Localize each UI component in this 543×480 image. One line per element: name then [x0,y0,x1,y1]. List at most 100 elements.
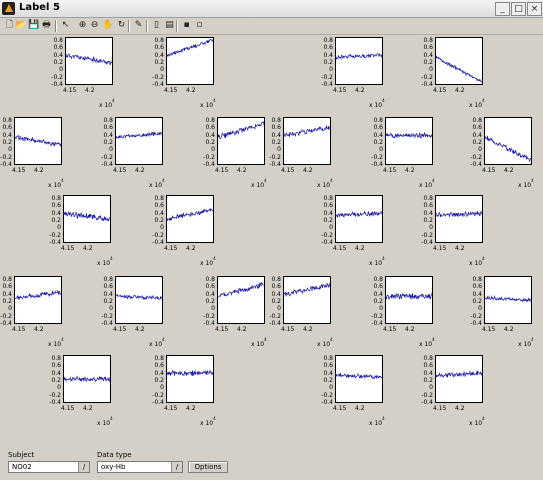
zoom-out-icon[interactable]: ⊖ [89,20,100,31]
y-tick-label: 0.4 [423,369,433,377]
plot-axes[interactable] [63,355,111,403]
plot-axes[interactable] [115,117,163,165]
y-tick-label: -0.2 [421,231,433,239]
plot-axes[interactable] [335,195,383,243]
x-exponent-base: x 10 [200,260,214,267]
minimize-button[interactable]: _ [495,2,510,16]
y-tick-label: 0.2 [154,58,164,66]
plot-axes[interactable] [435,37,483,85]
y-tick-label: 0.4 [423,209,433,217]
colorbar-icon[interactable]: ▯ [151,20,162,31]
x-exponent-label: x 104 [419,337,435,348]
plot-axes[interactable] [217,276,265,324]
signal-chart [167,369,213,377]
pointer-icon[interactable]: ↖ [60,20,71,31]
print-icon[interactable]: 🖶 [41,20,52,31]
y-tick-label: -0.4 [49,398,61,406]
plot-axes[interactable] [14,276,62,324]
y-tick-label: 0.6 [323,44,333,52]
save-icon[interactable]: 💾 [28,20,39,31]
x-exponent-label: x 104 [469,98,485,109]
x-exponent-base: x 10 [200,102,214,109]
options-button[interactable]: Options [188,461,228,473]
x-exponent-power: 4 [531,178,534,183]
open-folder-icon[interactable]: 📂 [15,20,26,31]
plot-axes[interactable] [166,355,214,403]
signal-chart [66,53,112,66]
datatype-value: oxy-Hb [101,463,126,471]
window-title: Label 5 [19,2,60,13]
x-tick-label: 4.2 [186,405,196,412]
plot-axes[interactable] [217,117,265,165]
y-tick-label: 0 [329,66,333,74]
plot-axes[interactable] [283,117,331,165]
toolbar-separator [55,20,57,32]
y-tick-label: -0.4 [269,160,281,168]
plot-axes[interactable] [14,117,62,165]
show-plot-tools-icon[interactable]: ▫ [194,20,205,31]
toolbar-separator [128,20,130,32]
y-tick-label: 0 [109,305,113,313]
signal-chart [218,121,264,140]
hide-plot-tools-icon[interactable]: ▪ [181,20,192,31]
y-tick-label: 0.2 [472,297,482,305]
plot-axes[interactable] [63,195,111,243]
plot-axes[interactable] [166,195,214,243]
datatype-dropdown[interactable]: oxy-Hb / [97,461,183,473]
rotate-icon[interactable]: ↻ [116,20,127,31]
plot-axes[interactable] [335,355,383,403]
plot-axes[interactable] [484,276,532,324]
signal-line [284,125,330,138]
plot-axes[interactable] [385,117,433,165]
x-exponent-base: x 10 [99,102,113,109]
signal-chart [116,131,162,139]
chevron-down-icon[interactable]: / [78,462,89,472]
x-tick-label: 4.15 [215,167,229,174]
x-tick-label: 4.2 [455,405,465,412]
signal-chart [64,210,110,223]
y-tick-label: 0.8 [154,195,164,202]
y-tick-label: 0 [277,146,281,154]
x-tick-label: 4.15 [433,87,447,94]
y-tick-label: 0.6 [205,124,215,132]
subject-dropdown[interactable]: NO02 / [8,461,90,473]
x-exponent-power: 4 [330,337,333,342]
x-exponent-base: x 10 [469,260,483,267]
signal-line [218,281,264,298]
signal-chart [336,373,382,380]
plot-axes[interactable] [435,355,483,403]
plot-axes[interactable] [385,276,433,324]
x-exponent-power: 4 [432,178,435,183]
plot-axes[interactable] [435,195,483,243]
y-tick-label: 0.4 [103,290,113,298]
y-tick-label: -0.2 [152,231,164,239]
x-exponent-power: 4 [162,337,165,342]
x-exponent-base: x 10 [200,420,214,427]
y-tick-label: -0.2 [321,391,333,399]
data-cursor-icon[interactable]: ✎ [133,20,144,31]
signal-line [485,295,531,303]
close-button[interactable]: × [527,2,542,16]
plot-axes[interactable] [484,117,532,165]
plot-axes[interactable] [65,37,113,85]
x-tick-label: 4.2 [355,245,365,252]
y-tick-label: 0.8 [103,117,113,124]
x-exponent-base: x 10 [48,341,62,348]
y-tick-label: -0.4 [203,160,215,168]
legend-icon[interactable]: ▤ [164,20,175,31]
plot-axes[interactable] [335,37,383,85]
y-tick-label: 0.2 [271,297,281,305]
plot-axes[interactable] [283,276,331,324]
new-file-icon[interactable]: 🗋 [4,20,15,31]
x-tick-label: 4.2 [135,167,145,174]
plot-axes[interactable] [115,276,163,324]
zoom-in-icon[interactable]: ⊕ [77,20,88,31]
x-exponent-base: x 10 [317,182,331,189]
plot-axes[interactable] [166,37,214,85]
pan-icon[interactable]: ✋ [102,20,113,31]
y-tick-label: 0.4 [2,290,12,298]
chevron-down-icon[interactable]: / [171,462,182,472]
y-tick-label: 0.4 [373,290,383,298]
x-exponent-base: x 10 [97,420,111,427]
maximize-button[interactable]: □ [511,2,526,16]
